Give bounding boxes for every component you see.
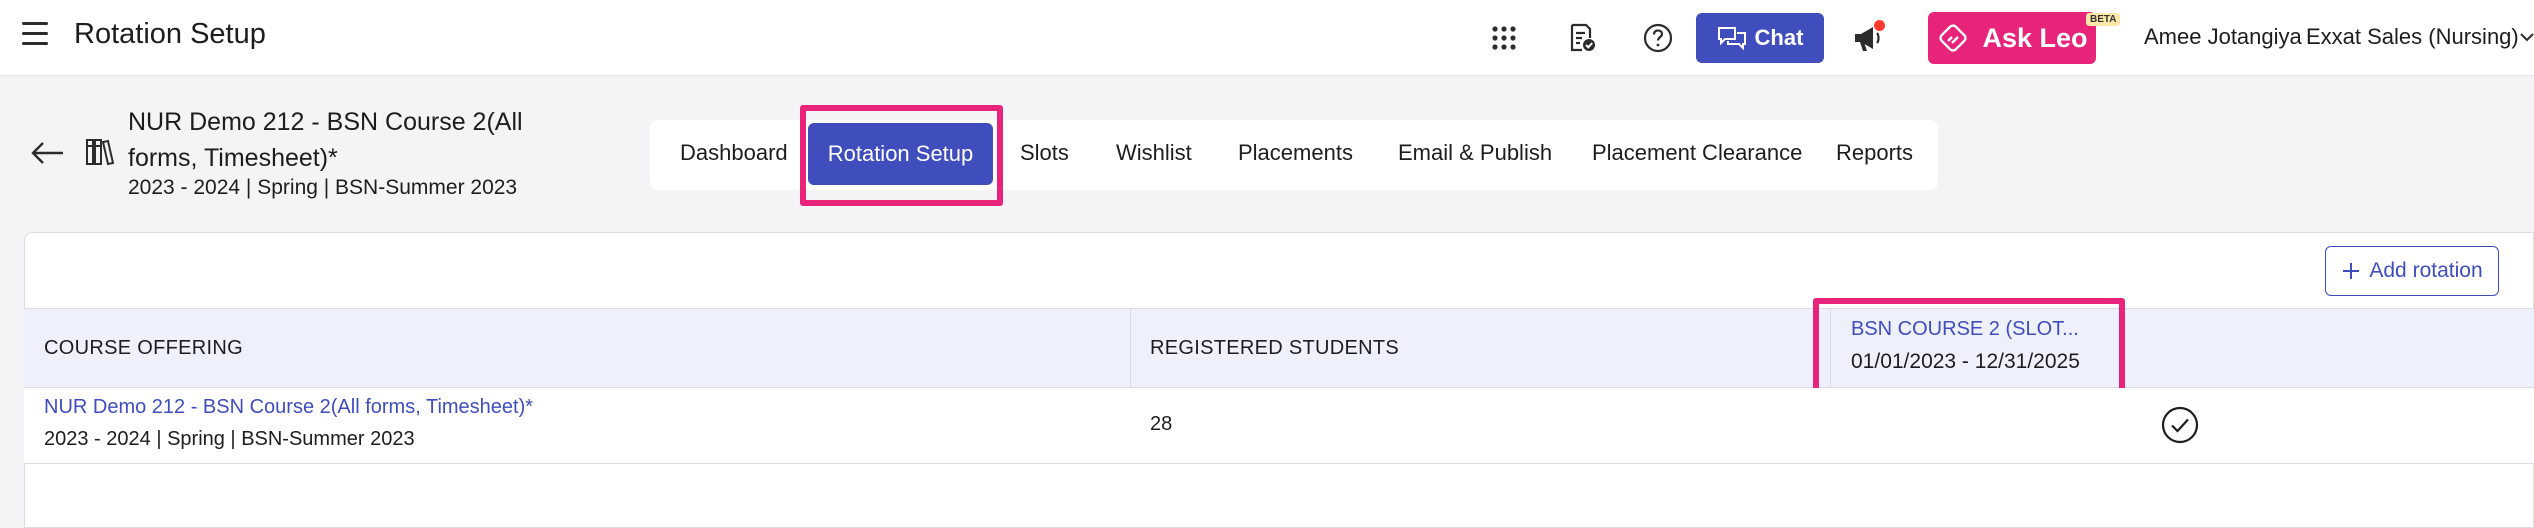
course-meta: 2023 - 2024 | Spring | BSN-Summer 2023 (128, 176, 518, 199)
chevron-down-icon[interactable] (2520, 30, 2534, 44)
notification-dot (1874, 20, 1885, 31)
tab-slots[interactable]: Slots (1020, 140, 1069, 166)
menu-icon[interactable] (22, 22, 50, 50)
ask-leo-button[interactable]: Ask Leo (1928, 12, 2096, 64)
org-selector[interactable]: Exxat Sales (Nursing) (2306, 24, 2519, 50)
back-arrow-icon[interactable] (30, 138, 66, 168)
table-header: COURSE OFFERING REGISTERED STUDENTS (24, 308, 2534, 388)
ask-leo-label: Ask Leo (1982, 22, 2088, 53)
page-title: Rotation Setup (74, 18, 266, 50)
course-offering-meta: 2023 - 2024 | Spring | BSN-Summer 2023 (44, 428, 415, 450)
tab-wishlist[interactable]: Wishlist (1116, 140, 1192, 166)
user-name[interactable]: Amee Jotangiya (2144, 24, 2302, 50)
leo-icon (1939, 24, 1968, 52)
help-icon[interactable] (1638, 18, 1678, 58)
books-icon (84, 136, 116, 168)
apps-grid-icon[interactable] (1484, 18, 1524, 58)
megaphone-icon[interactable] (1848, 18, 1888, 58)
top-header: Rotation Setup Chat Ask Leo BETA Amee Jo… (0, 0, 2534, 76)
add-rotation-label: Add rotation (2369, 259, 2483, 282)
tab-placements[interactable]: Placements (1238, 140, 1353, 166)
check-circle-icon[interactable] (2160, 405, 2200, 445)
tab-email-publish[interactable]: Email & Publish (1398, 140, 1552, 166)
plus-icon (2343, 263, 2360, 279)
tab-reports[interactable]: Reports (1836, 140, 1913, 166)
column-header-registered-students: REGISTERED STUDENTS (1150, 337, 1400, 359)
registered-students-count: 28 (1150, 413, 1173, 435)
chat-button[interactable]: Chat (1696, 13, 1824, 63)
course-title: NUR Demo 212 - BSN Course 2(All forms, T… (128, 108, 523, 172)
tab-rotation-setup[interactable]: Rotation Setup (808, 123, 993, 185)
add-rotation-button[interactable]: Add rotation (2325, 246, 2499, 296)
beta-badge: BETA (2086, 13, 2121, 26)
slot-column-dates: 01/01/2023 - 12/31/2025 (1851, 350, 2080, 373)
tab-dashboard[interactable]: Dashboard (680, 140, 788, 166)
chat-bubble-icon (1717, 27, 1746, 51)
chat-button-label: Chat (1754, 25, 1804, 50)
checklist-icon[interactable] (1562, 18, 1602, 58)
tab-placement-clearance[interactable]: Placement Clearance (1592, 140, 1802, 166)
course-offering-link[interactable]: NUR Demo 212 - BSN Course 2(All forms, T… (44, 396, 533, 419)
slot-column-name[interactable]: BSN COURSE 2 (SLOT... (1851, 318, 2079, 341)
column-header-course-offering: COURSE OFFERING (44, 337, 243, 359)
